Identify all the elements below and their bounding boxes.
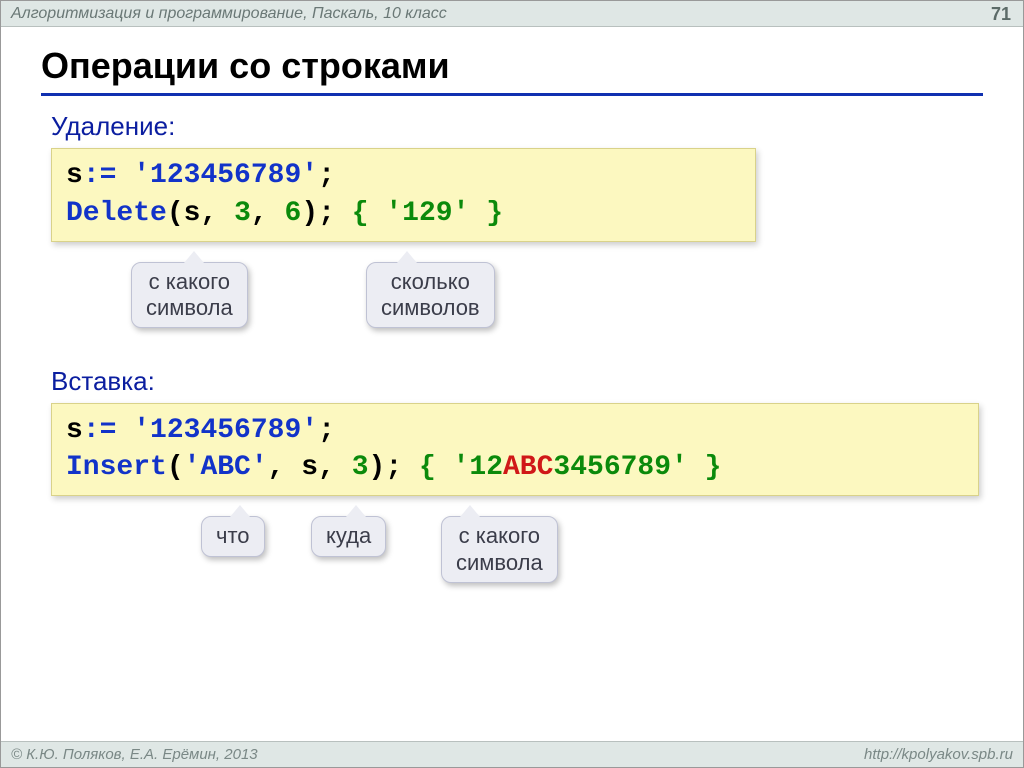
code-comma: , [268, 452, 285, 483]
header-bar: Алгоритмизация и программирование, Паска… [1, 1, 1023, 27]
code-fn: Insert [66, 452, 167, 483]
code-comment: '129' [385, 198, 469, 229]
code-comment-close: } [469, 198, 503, 229]
code-close: ) [301, 198, 318, 229]
code-comment-highlight: ABC [503, 452, 553, 483]
code-semi: ; [318, 198, 335, 229]
slide: Алгоритмизация и программирование, Паска… [0, 0, 1024, 768]
code-open: ( [167, 198, 184, 229]
code-comma: , [251, 198, 268, 229]
code-comma: , [318, 452, 335, 483]
footer: © К.Ю. Поляков, Е.А. Ерёмин, 2013 http:/… [1, 741, 1023, 767]
code-line-2b: Insert('ABC', s, 3); { '12ABC3456789' } [66, 449, 964, 487]
code-var: s [66, 160, 83, 191]
code-assign: := [83, 160, 117, 191]
code-space [116, 160, 133, 191]
code-comma: , [200, 198, 217, 229]
code-line-1b: s:= '123456789'; [66, 412, 964, 450]
bubble-text: с какого символа [146, 269, 233, 320]
bubble-what: что [201, 516, 265, 556]
code-literal: '123456789' [133, 415, 318, 446]
code-arg: s [184, 198, 201, 229]
code-semi: ; [385, 452, 402, 483]
page-number: 71 [991, 1, 1011, 27]
page-title: Операции со строками [41, 45, 983, 96]
code-comment-open: { [352, 198, 386, 229]
footer-url: http://kpolyakov.spb.ru [864, 746, 1013, 763]
code-line-1: s:= '123456789'; [66, 157, 741, 195]
code-comment-part: 3456789 [553, 452, 671, 483]
bubble-how-many-chars: сколько символов [366, 262, 495, 329]
code-comment-open: { ' [419, 452, 469, 483]
code-space [116, 415, 133, 446]
body: Удаление: s:= '123456789'; Delete(s, 3, … [51, 111, 993, 620]
code-arg-n: 3 [352, 452, 369, 483]
bubble-row-delete: с какого символа сколько символов [51, 242, 993, 362]
code-close: ) [369, 452, 386, 483]
code-arg: s [301, 452, 318, 483]
code-space [217, 198, 234, 229]
code-arg-n: 3 [234, 198, 251, 229]
header-subject: Алгоритмизация и программирование, Паска… [11, 5, 447, 23]
bubble-text: куда [326, 523, 371, 548]
bubble-row-insert: что куда с какого символа [51, 496, 993, 616]
code-comment-close: ' } [671, 452, 721, 483]
code-box-insert: s:= '123456789'; Insert('ABC', s, 3); { … [51, 403, 979, 497]
code-space [284, 452, 301, 483]
bubble-where: куда [311, 516, 386, 556]
code-open: ( [167, 452, 184, 483]
section-delete-label: Удаление: [51, 111, 993, 142]
code-space [335, 452, 352, 483]
code-var: s [66, 415, 83, 446]
bubble-text: сколько символов [381, 269, 480, 320]
code-space [268, 198, 285, 229]
bubble-text: что [216, 523, 250, 548]
code-semi: ; [318, 160, 335, 191]
code-comment-part: 12 [469, 452, 503, 483]
code-space [335, 198, 352, 229]
bubble-from-char: с какого символа [441, 516, 558, 583]
code-line-2: Delete(s, 3, 6); { '129' } [66, 195, 741, 233]
code-fn: Delete [66, 198, 167, 229]
section-insert-label: Вставка: [51, 366, 993, 397]
code-box-delete: s:= '123456789'; Delete(s, 3, 6); { '129… [51, 148, 756, 242]
bubble-text: с какого символа [456, 523, 543, 574]
code-assign: := [83, 415, 117, 446]
code-semi: ; [318, 415, 335, 446]
code-arg-str: 'ABC' [184, 452, 268, 483]
code-literal: '123456789' [133, 160, 318, 191]
code-space [402, 452, 419, 483]
code-arg-n: 6 [285, 198, 302, 229]
footer-copyright: © К.Ю. Поляков, Е.А. Ерёмин, 2013 [11, 746, 258, 763]
bubble-from-which-char: с какого символа [131, 262, 248, 329]
